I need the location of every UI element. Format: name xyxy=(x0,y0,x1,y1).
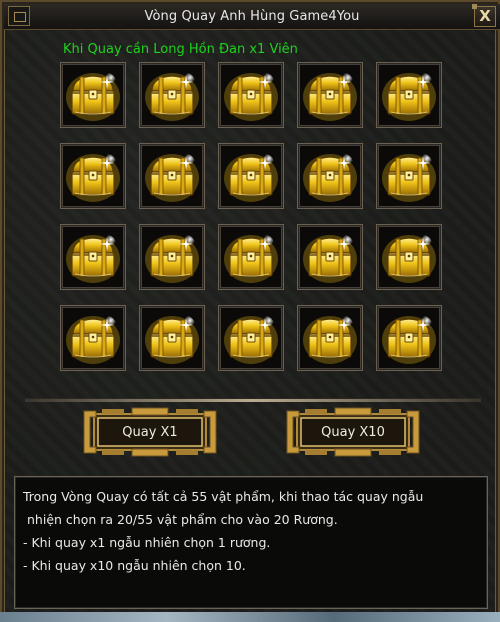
chest-slot[interactable] xyxy=(60,62,126,128)
chest-slot[interactable] xyxy=(218,62,284,128)
chest-slot[interactable] xyxy=(376,143,442,209)
description-line: nhiện chọn ra 20/55 vật phẩm cho vào 20 … xyxy=(27,512,338,527)
chest-slot[interactable] xyxy=(60,143,126,209)
chest-slot[interactable] xyxy=(218,305,284,371)
description-panel: Trong Vòng Quay có tất cả 55 vật phẩm, k… xyxy=(14,476,488,609)
close-button[interactable]: X xyxy=(472,4,496,27)
chest-slot[interactable] xyxy=(297,224,363,290)
title-bar[interactable]: Vòng Quay Anh Hùng Game4You X xyxy=(4,4,500,30)
window-title: Vòng Quay Anh Hùng Game4You xyxy=(144,9,360,24)
chest-slot[interactable] xyxy=(139,305,205,371)
chest-slot[interactable] xyxy=(218,143,284,209)
chest-slot[interactable] xyxy=(60,305,126,371)
chest-slot[interactable] xyxy=(376,224,442,290)
spin-x10-label: Quay X10 xyxy=(321,425,385,440)
description-line: - Khi quay x1 ngẫu nhiên chọn 1 rương. xyxy=(23,535,271,550)
chest-slot[interactable] xyxy=(139,224,205,290)
description-line: Trong Vòng Quay có tất cả 55 vật phẩm, k… xyxy=(23,489,424,504)
chest-slot[interactable] xyxy=(297,305,363,371)
divider xyxy=(25,398,481,402)
chest-slot[interactable] xyxy=(218,224,284,290)
spin-x1-label: Quay X1 xyxy=(122,425,178,440)
chest-slot[interactable] xyxy=(376,305,442,371)
spin-x10-button[interactable]: Quay X10 xyxy=(285,405,421,459)
background-scenery xyxy=(0,612,500,622)
chest-slot[interactable] xyxy=(139,62,205,128)
spin-x1-button[interactable]: Quay X1 xyxy=(82,405,218,459)
lucky-wheel-window: Vòng Quay Anh Hùng Game4You X Khi Quay c… xyxy=(0,0,500,622)
chest-slot[interactable] xyxy=(297,62,363,128)
description-line: - Khi quay x10 ngẫu nhiên chọn 10. xyxy=(23,558,246,573)
chest-slot[interactable] xyxy=(297,143,363,209)
chest-slot[interactable] xyxy=(376,62,442,128)
spin-cost-hint: Khi Quay cần Long Hồn Đan x1 Viên xyxy=(63,42,298,57)
chest-slot[interactable] xyxy=(139,143,205,209)
chest-slot[interactable] xyxy=(60,224,126,290)
